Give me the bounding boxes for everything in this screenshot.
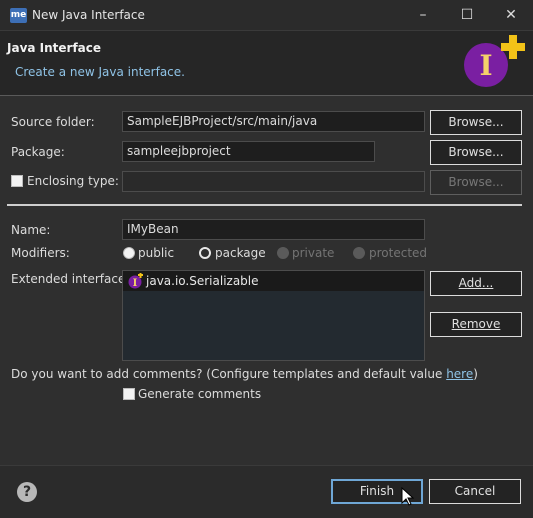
package-label: Package: [11, 145, 65, 159]
modifier-package-radio[interactable] [199, 247, 211, 259]
minimize-button[interactable]: – [401, 0, 445, 31]
mouse-cursor-icon [401, 487, 415, 506]
list-item-label: java.io.Serializable [146, 274, 259, 288]
modifiers-label: Modifiers: [11, 246, 70, 260]
enclosing-type-label: Enclosing type: [27, 174, 119, 188]
modifier-public-radio[interactable] [123, 247, 135, 259]
generate-comments-label: Generate comments [138, 387, 262, 401]
page-subtitle: Create a new Java interface. [15, 65, 185, 79]
package-input[interactable]: sampleejbproject [122, 141, 375, 162]
configure-templates-link[interactable]: here [446, 367, 473, 381]
cancel-button[interactable]: Cancel [429, 479, 521, 504]
comments-question: Do you want to add comments? (Configure … [11, 367, 478, 381]
extended-interfaces-label: Extended interfaces: [11, 272, 136, 286]
modifier-private-label: private [292, 246, 335, 260]
help-icon[interactable]: ? [17, 482, 37, 502]
generate-comments-checkbox[interactable] [123, 388, 135, 400]
app-icon: me [10, 8, 27, 23]
enclosing-type-input[interactable] [122, 171, 425, 192]
enclosing-type-browse-button[interactable]: Browse... [430, 170, 522, 195]
section-separator [7, 204, 522, 206]
header-separator [0, 95, 533, 96]
interface-icon: I [128, 273, 143, 289]
svg-text:I: I [133, 278, 138, 289]
package-browse-button[interactable]: Browse... [430, 140, 522, 165]
window-title: New Java Interface [32, 8, 145, 22]
modifier-protected-label: protected [369, 246, 428, 260]
modifier-public-label: public [138, 246, 175, 260]
enclosing-type-checkbox[interactable] [11, 175, 23, 187]
add-button[interactable]: Add... [430, 271, 522, 296]
modifier-private-radio[interactable] [277, 247, 289, 259]
source-folder-browse-button[interactable]: Browse... [430, 110, 522, 135]
name-input[interactable]: IMyBean [122, 219, 425, 240]
source-folder-input[interactable]: SampleEJBProject/src/main/java [122, 111, 425, 132]
source-folder-label: Source folder: [11, 115, 95, 129]
close-button[interactable]: ✕ [489, 0, 533, 31]
modifier-package-label: package [215, 246, 266, 260]
page-title: Java Interface [7, 41, 102, 55]
interface-add-icon: I [464, 35, 525, 87]
extended-interfaces-list[interactable]: I java.io.Serializable [122, 270, 425, 361]
remove-button[interactable]: Remove [430, 312, 522, 337]
svg-text:I: I [479, 49, 492, 82]
maximize-button[interactable]: ☐ [445, 0, 489, 31]
modifier-protected-radio[interactable] [353, 247, 365, 259]
name-label: Name: [11, 223, 51, 237]
